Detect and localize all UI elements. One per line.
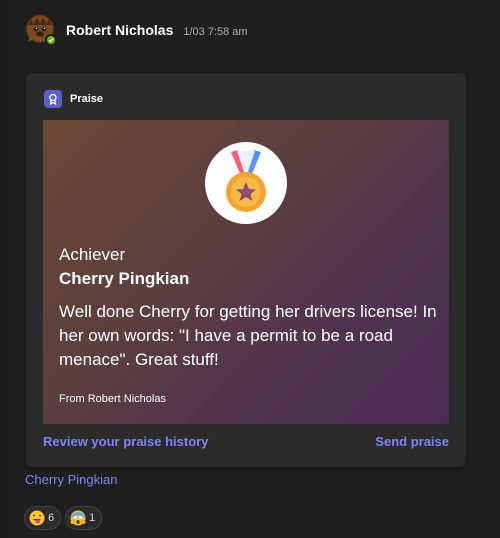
reaction-tongue-out[interactable]: 6 — [24, 506, 62, 530]
message-timestamp: 1/03 7:58 am — [183, 26, 248, 38]
user-mention[interactable]: Cherry Pingkian — [25, 472, 118, 487]
praise-message: Well done Cherry for getting her drivers… — [59, 302, 437, 369]
send-praise-link[interactable]: Send praise — [375, 434, 449, 449]
medal-icon — [226, 150, 266, 212]
reaction-screaming-face[interactable]: 1 — [65, 506, 103, 530]
left-rail — [0, 0, 8, 538]
praise-card: Praise Achiever Cherry Pingkian Well don… — [26, 73, 466, 467]
badge-name: Achiever — [59, 245, 126, 264]
tongue-out-emoji-icon — [29, 510, 45, 526]
praise-app-icon — [44, 90, 62, 108]
praise-panel: Achiever Cherry Pingkian Well done Cherr… — [43, 120, 449, 424]
status-available-badge — [45, 34, 57, 46]
ribbon-icon — [49, 93, 57, 105]
message-header: Robert Nicholas 1/03 7:58 am — [66, 22, 248, 38]
achiever-medal — [205, 142, 287, 224]
reaction-count: 1 — [89, 512, 96, 524]
card-label: Praise — [70, 93, 104, 105]
sender-avatar[interactable] — [26, 15, 57, 46]
reaction-count: 6 — [48, 512, 55, 524]
sender-name[interactable]: Robert Nicholas — [66, 22, 173, 38]
screaming-face-emoji-icon — [70, 510, 86, 526]
recipient-name: Cherry Pingkian — [59, 269, 190, 288]
praise-from: From Robert Nicholas — [59, 393, 166, 405]
card-header: Praise — [44, 90, 103, 108]
review-praise-history-link[interactable]: Review your praise history — [43, 434, 208, 449]
reactions-bar: 6 1 — [24, 506, 103, 530]
check-icon — [48, 38, 54, 43]
